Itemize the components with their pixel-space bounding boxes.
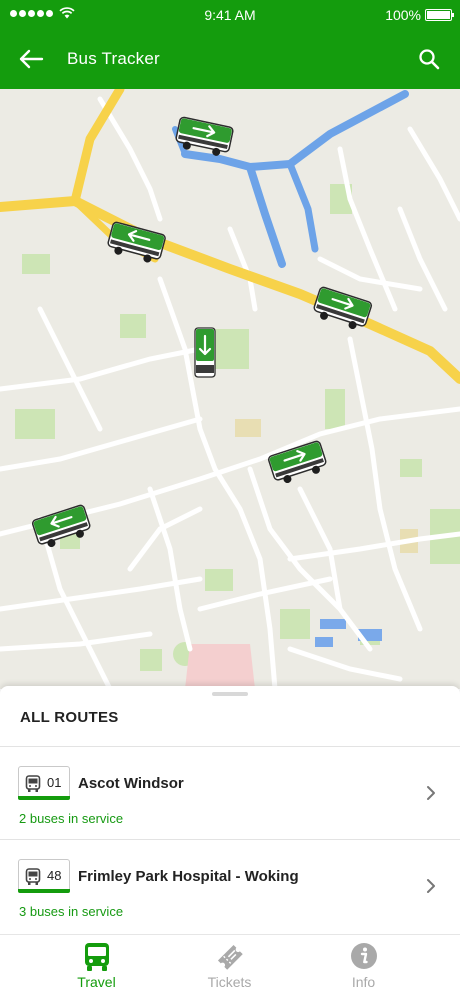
page-title: Bus Tracker [67,49,160,68]
app-bar: Bus Tracker [0,30,460,89]
status-bar: 9:41 AM 100% [0,0,460,30]
sheet-title: ALL ROUTES [20,709,119,726]
battery-icon [425,9,454,21]
app-header: 9:41 AM 100% Bus Tracker [0,0,460,89]
battery-indicator: 100% [385,7,454,23]
bus-icon [84,943,109,971]
chevron-right-icon [427,786,435,800]
route-color-bar [18,889,70,893]
arrow-left-icon [19,49,44,69]
route-badge: 01 [18,766,70,800]
search-button[interactable] [412,42,446,76]
sheet-drag-handle[interactable] [212,692,248,696]
route-name: Frimley Park Hospital - Woking [78,868,299,885]
route-number: 01 [47,775,62,790]
tab-tickets[interactable]: Tickets [153,935,306,996]
route-item[interactable]: 01 Ascot Windsor 2 buses in service [0,747,460,840]
route-item[interactable]: 48 Frimley Park Hospital - Woking 3 buse… [0,840,460,933]
route-number: 48 [47,868,62,883]
bus-down-icon [194,327,216,378]
tab-label: Tickets [207,974,252,990]
bus-icon [25,775,41,792]
chevron-right-icon [427,879,435,893]
map-background [0,89,460,689]
bus-icon [25,868,41,885]
ticket-icon [217,944,243,970]
bus-marker[interactable] [193,327,217,379]
battery-percent: 100% [385,7,421,23]
routes-sheet: ALL ROUTES 01 Ascot Windsor 2 buses in s… [0,686,460,934]
route-status: 2 buses in service [19,811,124,826]
tab-info[interactable]: Info [287,935,440,996]
map-view[interactable] [0,89,460,689]
tab-label: Info [351,974,376,990]
route-color-bar [18,796,70,800]
tab-travel[interactable]: Travel [20,935,173,996]
route-name: Ascot Windsor [78,775,184,792]
back-button[interactable] [14,42,48,76]
info-icon [350,943,377,969]
tab-bar: Travel Tickets Info [0,934,460,996]
route-badge: 48 [18,859,70,893]
tab-label: Travel [77,974,116,990]
route-status: 3 buses in service [19,904,124,919]
search-icon [419,49,440,70]
